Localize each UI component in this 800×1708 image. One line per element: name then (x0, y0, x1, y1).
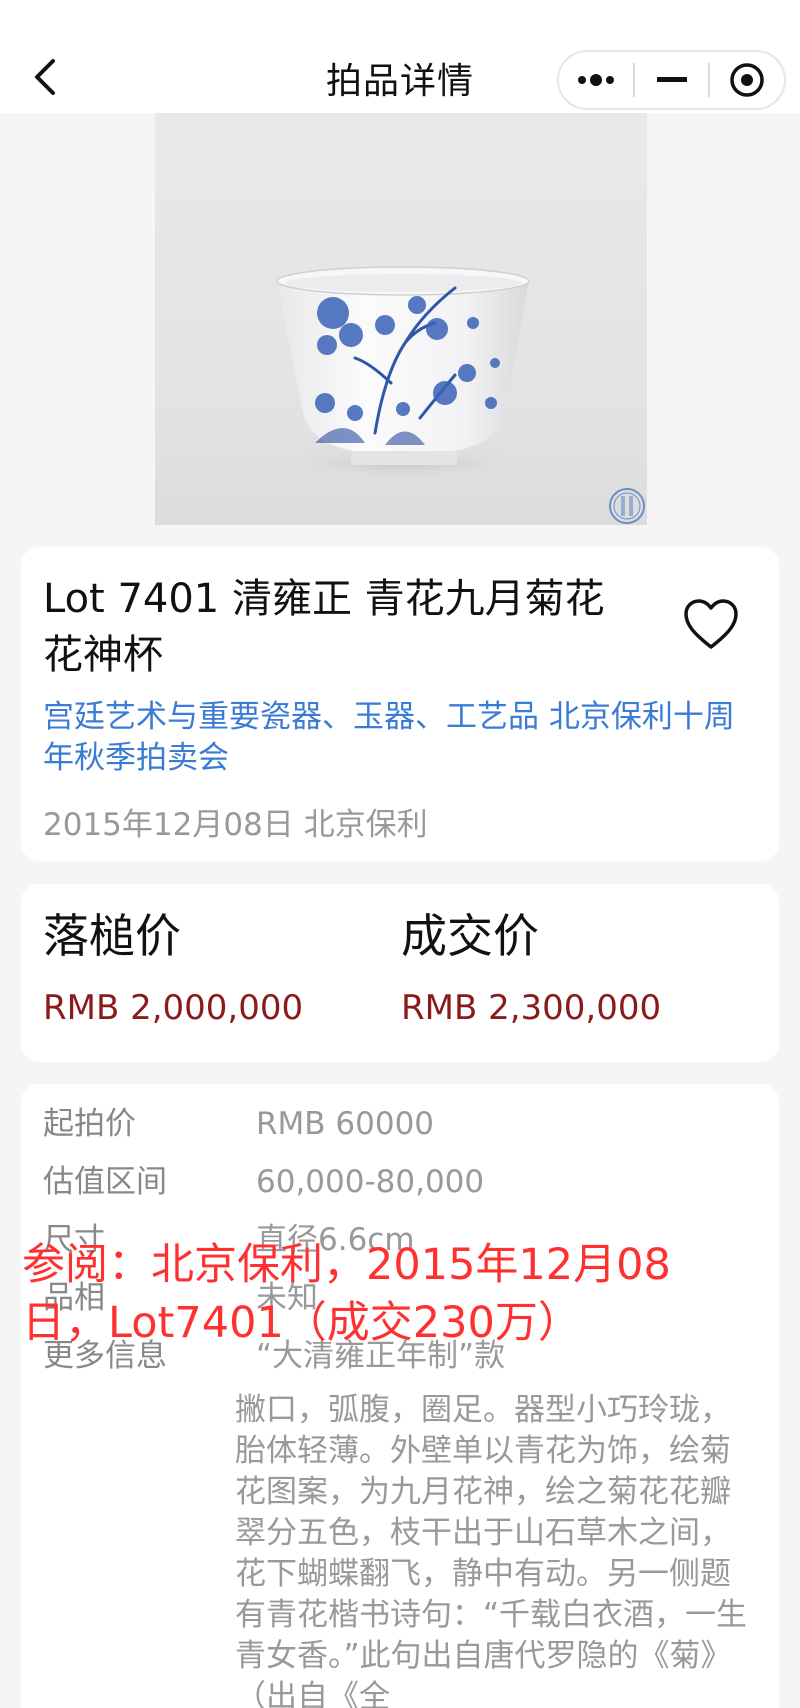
detail-key: 品相 (43, 1280, 105, 1316)
close-button[interactable] (710, 52, 784, 108)
seal-stamp-icon (609, 488, 645, 524)
detail-value: “大清雍正年制”款 (256, 1338, 506, 1374)
detail-key: 估值区间 (43, 1164, 167, 1200)
lot-title: Lot 7401 清雍正 青花九月菊花花神杯 (43, 576, 605, 678)
hammer-price-value: RMB 2,000,000 (43, 988, 304, 1028)
detail-value: 60,000-80,000 (256, 1164, 485, 1200)
lot-image-area (0, 113, 800, 525)
hammer-price-block: 落槌价 RMB 2,000,000 (43, 906, 303, 1028)
deal-price-value: RMB 2,300,000 (401, 988, 662, 1028)
favorite-button[interactable] (681, 595, 741, 655)
lot-image[interactable] (155, 113, 647, 525)
hammer-price-label: 落槌价 (43, 909, 181, 963)
detail-value: 直径6.6cm (256, 1222, 415, 1258)
cup-illustration (276, 266, 645, 524)
auction-link[interactable]: 宫廷艺术与重要瓷器、玉器、工艺品 北京保利十周年秋季拍卖会 (43, 697, 763, 779)
navigation-bar: 拍品详情 (0, 0, 800, 113)
heart-outline-icon (684, 599, 738, 649)
more-dots-icon (577, 74, 614, 86)
detail-key: 尺寸 (43, 1222, 105, 1258)
minus-icon (656, 77, 687, 82)
deal-price-block: 成交价 RMB 2,300,000 (401, 906, 661, 1028)
minimize-button[interactable] (635, 52, 709, 108)
price-card: 落槌价 RMB 2,000,000 成交价 RMB 2,300,000 (21, 884, 779, 1062)
mini-program-capsule (557, 50, 786, 110)
menu-button[interactable] (559, 52, 633, 108)
more-info-text: 撇口，弧腹，圈足。器型小巧玲珑，胎体轻薄。外壁单以青花为饰，绘菊花图案，为九月花… (235, 1392, 748, 1708)
lot-info-card: Lot 7401 清雍正 青花九月菊花花神杯 宫廷艺术与重要瓷器、玉器、工艺品 … (21, 547, 779, 861)
detail-key: 更多信息 (43, 1338, 167, 1374)
detail-key: 起拍价 (43, 1106, 136, 1142)
detail-value: 未知 (256, 1280, 318, 1316)
detail-value: RMB 60000 (256, 1106, 435, 1142)
target-circle-icon (730, 63, 764, 97)
deal-price-label: 成交价 (401, 909, 539, 963)
auction-date-house: 2015年12月08日 北京保利 (43, 807, 428, 843)
